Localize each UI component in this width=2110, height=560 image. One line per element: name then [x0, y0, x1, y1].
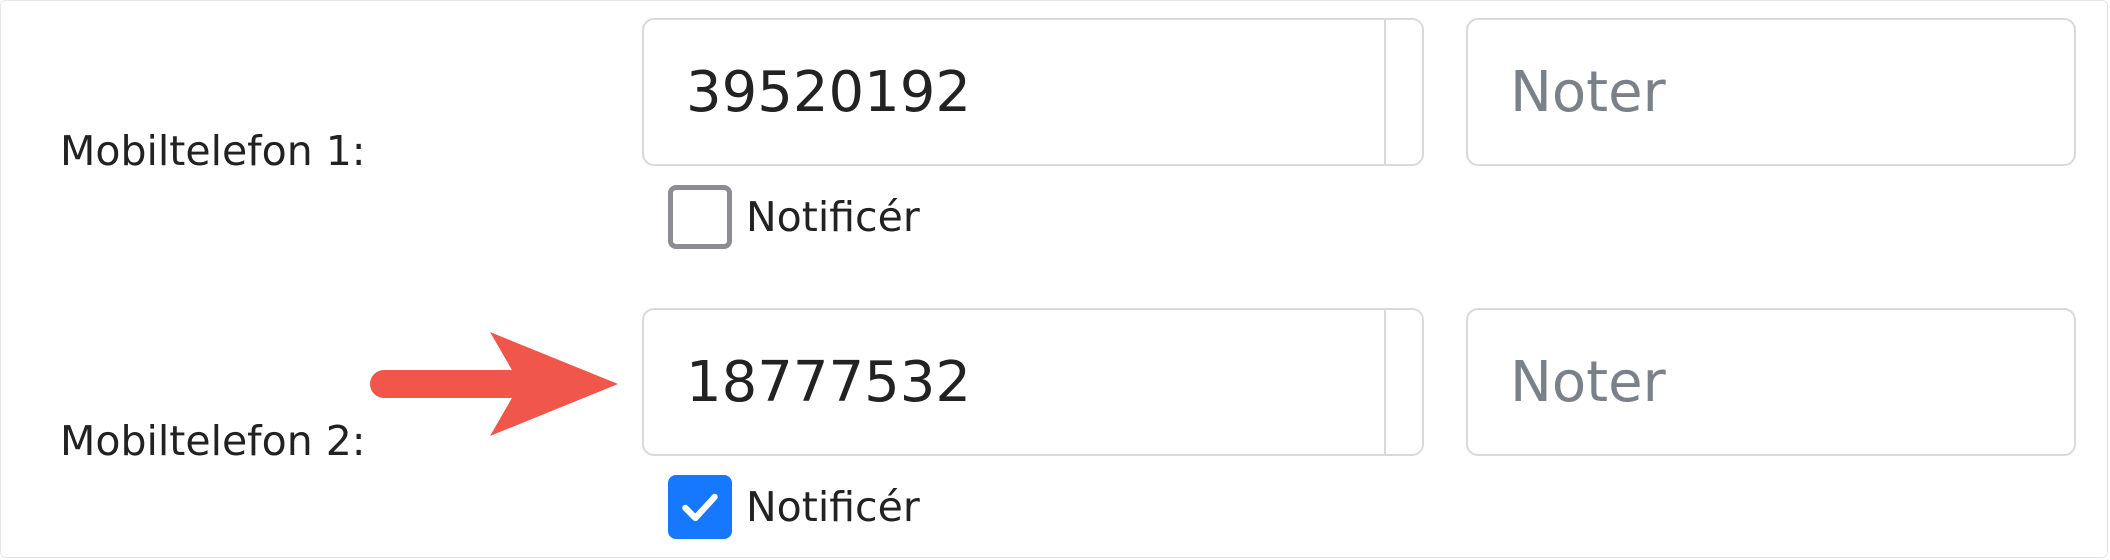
checkbox-checked[interactable]	[668, 475, 732, 539]
mobile-phone-1-row: Mobiltelefon 1: Notificér	[0, 0, 2110, 270]
notify-label: Notificér	[746, 193, 920, 241]
mobile-phone-2-notify-checkbox[interactable]: Notificér	[668, 472, 920, 542]
mobile-phone-2-input-group	[642, 308, 1424, 456]
mobile-phone-2-row: Mobiltelefon 2: Notificér	[0, 290, 2110, 560]
arrow-right-icon	[370, 332, 618, 436]
checkmark-icon	[682, 493, 718, 522]
mobile-phone-1-input-group	[642, 18, 1424, 166]
mobile-phone-1-sms-button[interactable]	[1384, 20, 1422, 164]
mobile-phone-1-input[interactable]	[644, 20, 1384, 164]
mobile-phone-1-notes-input[interactable]	[1466, 18, 2076, 166]
mobile-phone-1-label: Mobiltelefon 1:	[60, 127, 366, 175]
mobile-phone-2-input[interactable]	[644, 310, 1384, 454]
mobile-phone-2-label: Mobiltelefon 2:	[60, 417, 366, 465]
checkbox-unchecked[interactable]	[668, 185, 732, 249]
mobile-phone-2-notes-input[interactable]	[1466, 308, 2076, 456]
mobile-phone-2-sms-button[interactable]	[1384, 310, 1422, 454]
mobile-phone-1-notify-checkbox[interactable]: Notificér	[668, 182, 920, 252]
notify-label: Notificér	[746, 483, 920, 531]
